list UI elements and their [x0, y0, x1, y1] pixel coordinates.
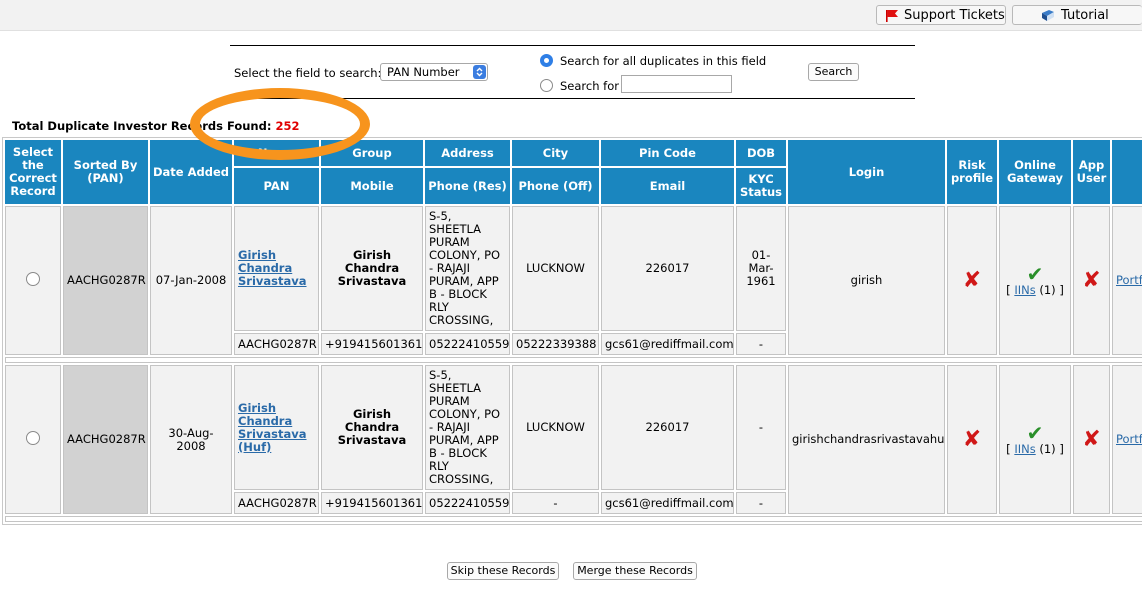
table-row: AACHG0287R 07-Jan-2008 Girish Chandra Sr… [5, 206, 1142, 355]
phone-res-cell: 05222410559 [425, 333, 510, 355]
city-cell: LUCKNOW [512, 206, 599, 331]
header-blank [1112, 140, 1142, 204]
gateway-cell: ✔ [ IINs (1) ] [999, 206, 1071, 355]
dob-cell: 01-Mar-1961 [736, 206, 786, 331]
search-all-radio[interactable] [540, 54, 553, 67]
select-cell [5, 365, 61, 514]
select-arrows-icon [473, 65, 486, 79]
date-added-cell: 30-Aug-2008 [150, 365, 232, 514]
cross-icon: ✘ [1082, 267, 1101, 293]
search-top-rule [230, 45, 915, 46]
pin-cell: 226017 [601, 365, 734, 490]
support-tickets-button[interactable]: Support Tickets [876, 5, 1006, 25]
address-cell: S-5, SHEETLA PURAM COLONY, PO - RAJAJI P… [425, 206, 510, 331]
book-icon [1042, 10, 1054, 21]
record-select-radio[interactable] [26, 272, 40, 286]
header-app-user: App User [1073, 140, 1110, 204]
header-dob: DOB [736, 140, 786, 166]
header-login: Login [788, 140, 945, 204]
cross-icon: ✘ [1082, 426, 1101, 452]
phone-off-cell: 05222339388 [512, 333, 599, 355]
search-field-value: PAN Number [387, 65, 460, 79]
header-email: Email [601, 168, 734, 204]
app-user-cell: ✘ [1073, 365, 1110, 514]
header-risk: Risk profile [947, 140, 997, 204]
highlight-circle [190, 88, 370, 160]
mobile-cell: +919415601361 [321, 333, 423, 355]
row-separator [5, 357, 1142, 363]
gateway-cell: ✔ [ IINs (1) ] [999, 365, 1071, 514]
header-gateway: Online Gateway [999, 140, 1071, 204]
iins-count: (1) [1039, 442, 1056, 456]
header-city: City [512, 140, 599, 166]
name-cell: Girish Chandra Srivastava (Huf) [234, 365, 319, 490]
header-phone-res: Phone (Res) [425, 168, 510, 204]
iins-link[interactable]: IINs [1014, 442, 1035, 456]
mobile-cell: +919415601361 [321, 492, 423, 514]
support-tickets-label: Support Tickets [904, 8, 1005, 23]
cross-icon: ✘ [962, 426, 982, 452]
phone-off-cell: - [512, 492, 599, 514]
pan-cell: AACHG0287R [234, 333, 319, 355]
risk-cell: ✘ [947, 365, 997, 514]
table-row: AACHG0287R 30-Aug-2008 Girish Chandra Sr… [5, 365, 1142, 514]
record-select-radio[interactable] [26, 431, 40, 445]
email-cell: gcs61@rediffmail.com [601, 492, 734, 514]
investor-name-link[interactable]: Girish Chandra Srivastava [238, 248, 307, 288]
kyc-cell: - [736, 492, 786, 514]
name-cell: Girish Chandra Srivastava [234, 206, 319, 331]
iins-count: (1) [1039, 283, 1056, 297]
header-phone-off: Phone (Off) [512, 168, 599, 204]
group-cell: Girish Chandra Srivastava [321, 206, 423, 331]
skip-records-button[interactable]: Skip these Records [447, 562, 559, 580]
portfolio-cell: Portfolio [1112, 365, 1142, 514]
tutorial-button[interactable]: Tutorial [1012, 5, 1142, 25]
investor-name-link[interactable]: Girish Chandra Srivastava (Huf) [238, 401, 307, 454]
login-cell: girishchandrasrivastavahuf [788, 365, 945, 514]
risk-cell: ✘ [947, 206, 997, 355]
checkmark-icon: ✔ [1026, 262, 1044, 286]
header-sorted: Sorted By (PAN) [63, 140, 148, 204]
group-cell: Girish Chandra Srivastava [321, 365, 423, 490]
portfolio-link[interactable]: Portfolio [1116, 432, 1142, 446]
tutorial-label: Tutorial [1061, 8, 1109, 23]
header-address: Address [425, 140, 510, 166]
top-toolbar: Support Tickets Tutorial [0, 0, 1142, 31]
merge-records-button[interactable]: Merge these Records [573, 562, 697, 580]
search-input[interactable] [621, 75, 732, 93]
dob-cell: - [736, 365, 786, 490]
search-field-select[interactable]: PAN Number [380, 63, 488, 81]
portfolio-link[interactable]: Portfolio [1116, 273, 1142, 287]
pan-cell: AACHG0287R [234, 492, 319, 514]
checkmark-icon: ✔ [1026, 421, 1044, 445]
portfolio-cell: Portfolio [1112, 206, 1142, 355]
app-user-cell: ✘ [1073, 206, 1110, 355]
city-cell: LUCKNOW [512, 365, 599, 490]
cross-icon: ✘ [962, 267, 982, 293]
header-pin: Pin Code [601, 140, 734, 166]
pin-cell: 226017 [601, 206, 734, 331]
select-cell [5, 206, 61, 355]
login-cell: girish [788, 206, 945, 355]
sorted-pan-cell: AACHG0287R [63, 206, 148, 355]
phone-res-cell: 05222410559 [425, 492, 510, 514]
date-added-cell: 07-Jan-2008 [150, 206, 232, 355]
iins-link[interactable]: IINs [1014, 283, 1035, 297]
email-cell: gcs61@rediffmail.com [601, 333, 734, 355]
header-mobile: Mobile [321, 168, 423, 204]
header-pan: PAN [234, 168, 319, 204]
field-select-label: Select the field to search: [234, 66, 382, 80]
header-select: Select the Correct Record [5, 140, 61, 204]
search-all-label: Search for all duplicates in this field [560, 54, 767, 68]
header-kyc: KYC Status [736, 168, 786, 204]
search-button[interactable]: Search [808, 63, 859, 81]
address-cell: S-5, SHEETLA PURAM COLONY, PO - RAJAJI P… [425, 365, 510, 490]
flag-icon [886, 10, 898, 22]
duplicates-table: Select the Correct Record Sorted By (PAN… [2, 137, 1142, 525]
sorted-pan-cell: AACHG0287R [63, 365, 148, 514]
search-for-label: Search for [560, 79, 619, 93]
row-separator [5, 516, 1142, 522]
search-for-radio[interactable] [540, 79, 553, 92]
kyc-cell: - [736, 333, 786, 355]
